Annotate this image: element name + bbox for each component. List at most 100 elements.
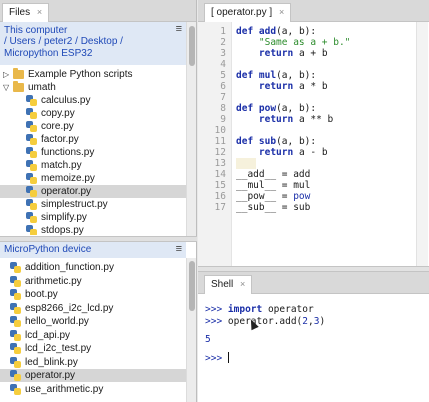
code-editor[interactable]: 1 2 3 4 5 6 7 8 9 10 11 12 13 14 15 16 17 def add(a, b):… [198,22,429,266]
device-file[interactable]: lcd_api.py [0,329,186,342]
close-icon[interactable]: × [240,279,245,289]
menu-icon[interactable]: ≡ [176,243,182,255]
line-number: 1 [220,26,226,37]
shell-tab-label: Shell [211,279,234,290]
tree-file[interactable]: simplestruct.py [0,198,186,211]
tree-file[interactable]: calculus.py [0,94,186,107]
python-file-icon [26,173,37,184]
tree-file[interactable]: stdops.py [0,224,186,235]
device-file[interactable]: boot.py [0,288,186,301]
expanded-icon[interactable]: ▽ [3,81,9,94]
line-number: 10 [214,125,226,136]
shell-input-line[interactable]: >>> [205,352,229,365]
device-file-label: use_arithmetic.py [25,383,104,395]
code-line-11: def sub(a, b): [236,136,317,147]
line-number: 17 [214,202,226,213]
editor-scrollbar[interactable] [416,22,428,266]
python-file-icon [10,275,21,287]
code-line-15: __mul__ = mul [236,180,311,191]
python-file-icon [10,343,21,354]
code-line-3: return a + b [258,48,328,59]
code-line-12: return a - b [258,147,328,158]
device-file[interactable]: addition_function.py [0,261,186,274]
editor-tabbar: [ operator.py ] × [198,0,429,22]
tab-files[interactable]: Files × [2,3,50,22]
text-caret [227,352,229,363]
device-file-label: lcd_api.py [25,329,71,341]
tree-item-label: umath [28,82,56,93]
files-tabbar: Files × [0,0,196,22]
this-computer-title: This computer [4,25,68,36]
tree-folder[interactable]: ▷ Example Python scripts [0,68,186,81]
shell-prompt: >>> [205,316,223,327]
tree-file[interactable]: match.py [0,159,186,172]
tree-file[interactable]: simplify.py [0,211,186,224]
tree-file[interactable]: functions.py [0,146,186,159]
device-file[interactable]: esp8266_i2c_lcd.py [0,302,186,315]
device-scrollbar[interactable] [186,258,196,402]
tree-item-label: memoize.py [41,173,95,184]
code-line-2: "Same as a + b." [258,37,351,48]
line-number: 6 [220,81,226,92]
menu-icon[interactable]: ≡ [176,24,182,35]
device-file[interactable]: operator.py [0,369,186,382]
tree-file[interactable]: memoize.py [0,172,186,185]
tree-file[interactable]: copy.py [0,107,186,120]
shell-text: .add( [273,316,303,327]
python-file-icon [26,212,37,223]
tree-item-label: simplestruct.py [41,199,108,210]
collapsed-icon[interactable]: ▷ [3,68,9,81]
device-scroll-thumb[interactable] [189,261,195,311]
tree-item-label: stdops.py [41,225,84,235]
line-number: 11 [214,136,226,147]
line-number-gutter: 1 2 3 4 5 6 7 8 9 10 11 12 13 14 15 16 17 [198,22,232,266]
python-file-icon [10,329,21,341]
tree-file[interactable]: operator.py [0,185,186,198]
shell-text: operator [262,304,314,315]
line-number: 5 [220,70,226,81]
tree-item-label: functions.py [41,147,95,158]
code-line-8: def pow(a, b): [236,103,317,114]
tree-file[interactable]: factor.py [0,133,186,146]
files-scroll-thumb[interactable] [189,26,195,66]
tree-item-label: operator.py [41,186,92,197]
python-file-icon [10,370,21,381]
line-number: 12 [214,147,226,158]
python-file-icon [10,289,21,300]
line-number: 16 [214,191,226,202]
tree-item-label: core.py [41,121,74,132]
python-file-icon [26,160,37,171]
code-line-14: __add__ = add [236,169,311,180]
line-number: 4 [220,59,226,70]
tree-item-label: simplify.py [41,212,87,223]
device-file[interactable]: arithmetic.py [0,275,186,288]
python-file-icon [10,302,21,314]
device-file[interactable]: lcd_i2c_test.py [0,342,186,355]
files-scrollbar[interactable] [186,22,196,236]
folder-icon [13,68,24,79]
device-file[interactable]: hello_world.py [0,315,186,328]
close-icon[interactable]: × [37,7,42,17]
tree-folder[interactable]: ▽ umath [0,81,186,94]
python-file-icon [26,147,37,158]
code-line-9: return a ** b [258,114,334,125]
breadcrumb-device[interactable]: Micropython ESP32 [4,48,92,59]
close-icon[interactable]: × [279,7,284,17]
python-file-icon [26,108,37,119]
breadcrumb-path[interactable]: / Users / peter2 / Desktop / [4,36,123,47]
tab-shell[interactable]: Shell × [204,275,253,294]
tree-file[interactable]: core.py [0,120,186,133]
code-line-17: __sub__ = sub [236,202,311,213]
python-file-icon [26,121,37,132]
device-file[interactable]: use_arithmetic.py [0,383,186,396]
python-file-icon [10,383,21,395]
line-number: 9 [220,114,226,125]
device-file[interactable]: led_blink.py [0,356,186,369]
line-number: 8 [220,103,226,114]
shell-console[interactable]: >>> import operator >>> operator.add(2,3… [198,294,429,402]
shell-text: ) [319,316,326,327]
tab-operator-py[interactable]: [ operator.py ] × [204,3,292,22]
device-file-label: led_blink.py [25,356,78,368]
shell-prompt: >>> [205,304,223,315]
python-file-icon [10,356,21,368]
